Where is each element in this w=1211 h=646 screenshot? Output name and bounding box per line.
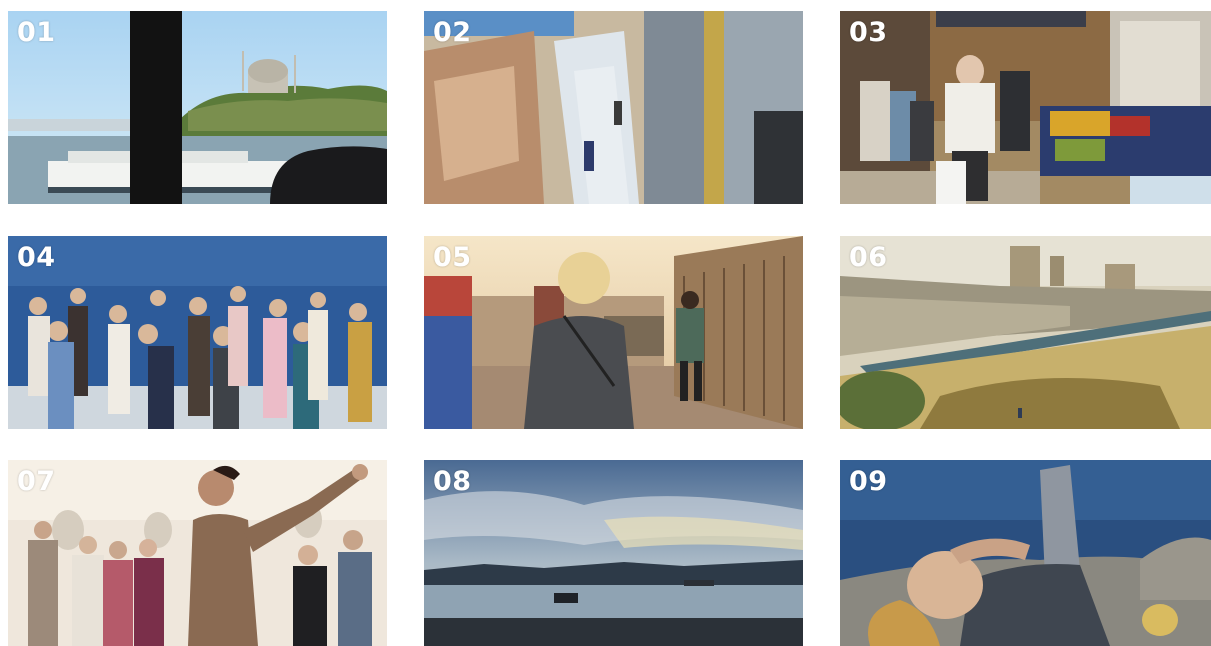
photo-02-image	[424, 11, 803, 204]
photo-04-image	[8, 236, 387, 429]
photo-tile-02[interactable]: 02	[424, 11, 803, 204]
photo-05-image	[424, 236, 803, 429]
photo-number: 03	[849, 17, 888, 48]
photo-tile-03[interactable]: 03	[840, 11, 1211, 204]
photo-number: 05	[433, 242, 472, 273]
photo-tile-01[interactable]: 01	[8, 11, 387, 204]
photo-09-image	[840, 460, 1211, 646]
photo-number: 07	[17, 466, 56, 497]
photo-number: 04	[17, 242, 56, 273]
photo-tile-07[interactable]: 07	[8, 460, 387, 646]
photo-tile-08[interactable]: 08	[424, 460, 803, 646]
photo-grid: 01 02 03 04 05 06 07 08 09	[0, 0, 1211, 646]
photo-tile-05[interactable]: 05	[424, 236, 803, 429]
photo-number: 09	[849, 466, 888, 497]
photo-number: 02	[433, 17, 472, 48]
photo-tile-04[interactable]: 04	[8, 236, 387, 429]
photo-03-image	[840, 11, 1211, 204]
photo-number: 08	[433, 466, 472, 497]
photo-tile-09[interactable]: 09	[840, 460, 1211, 646]
photo-number: 01	[17, 17, 56, 48]
photo-number: 06	[849, 242, 888, 273]
photo-tile-06[interactable]: 06	[840, 236, 1211, 429]
photo-07-image	[8, 460, 387, 646]
photo-06-image	[840, 236, 1211, 429]
photo-08-image	[424, 460, 803, 646]
photo-01-image	[8, 11, 387, 204]
